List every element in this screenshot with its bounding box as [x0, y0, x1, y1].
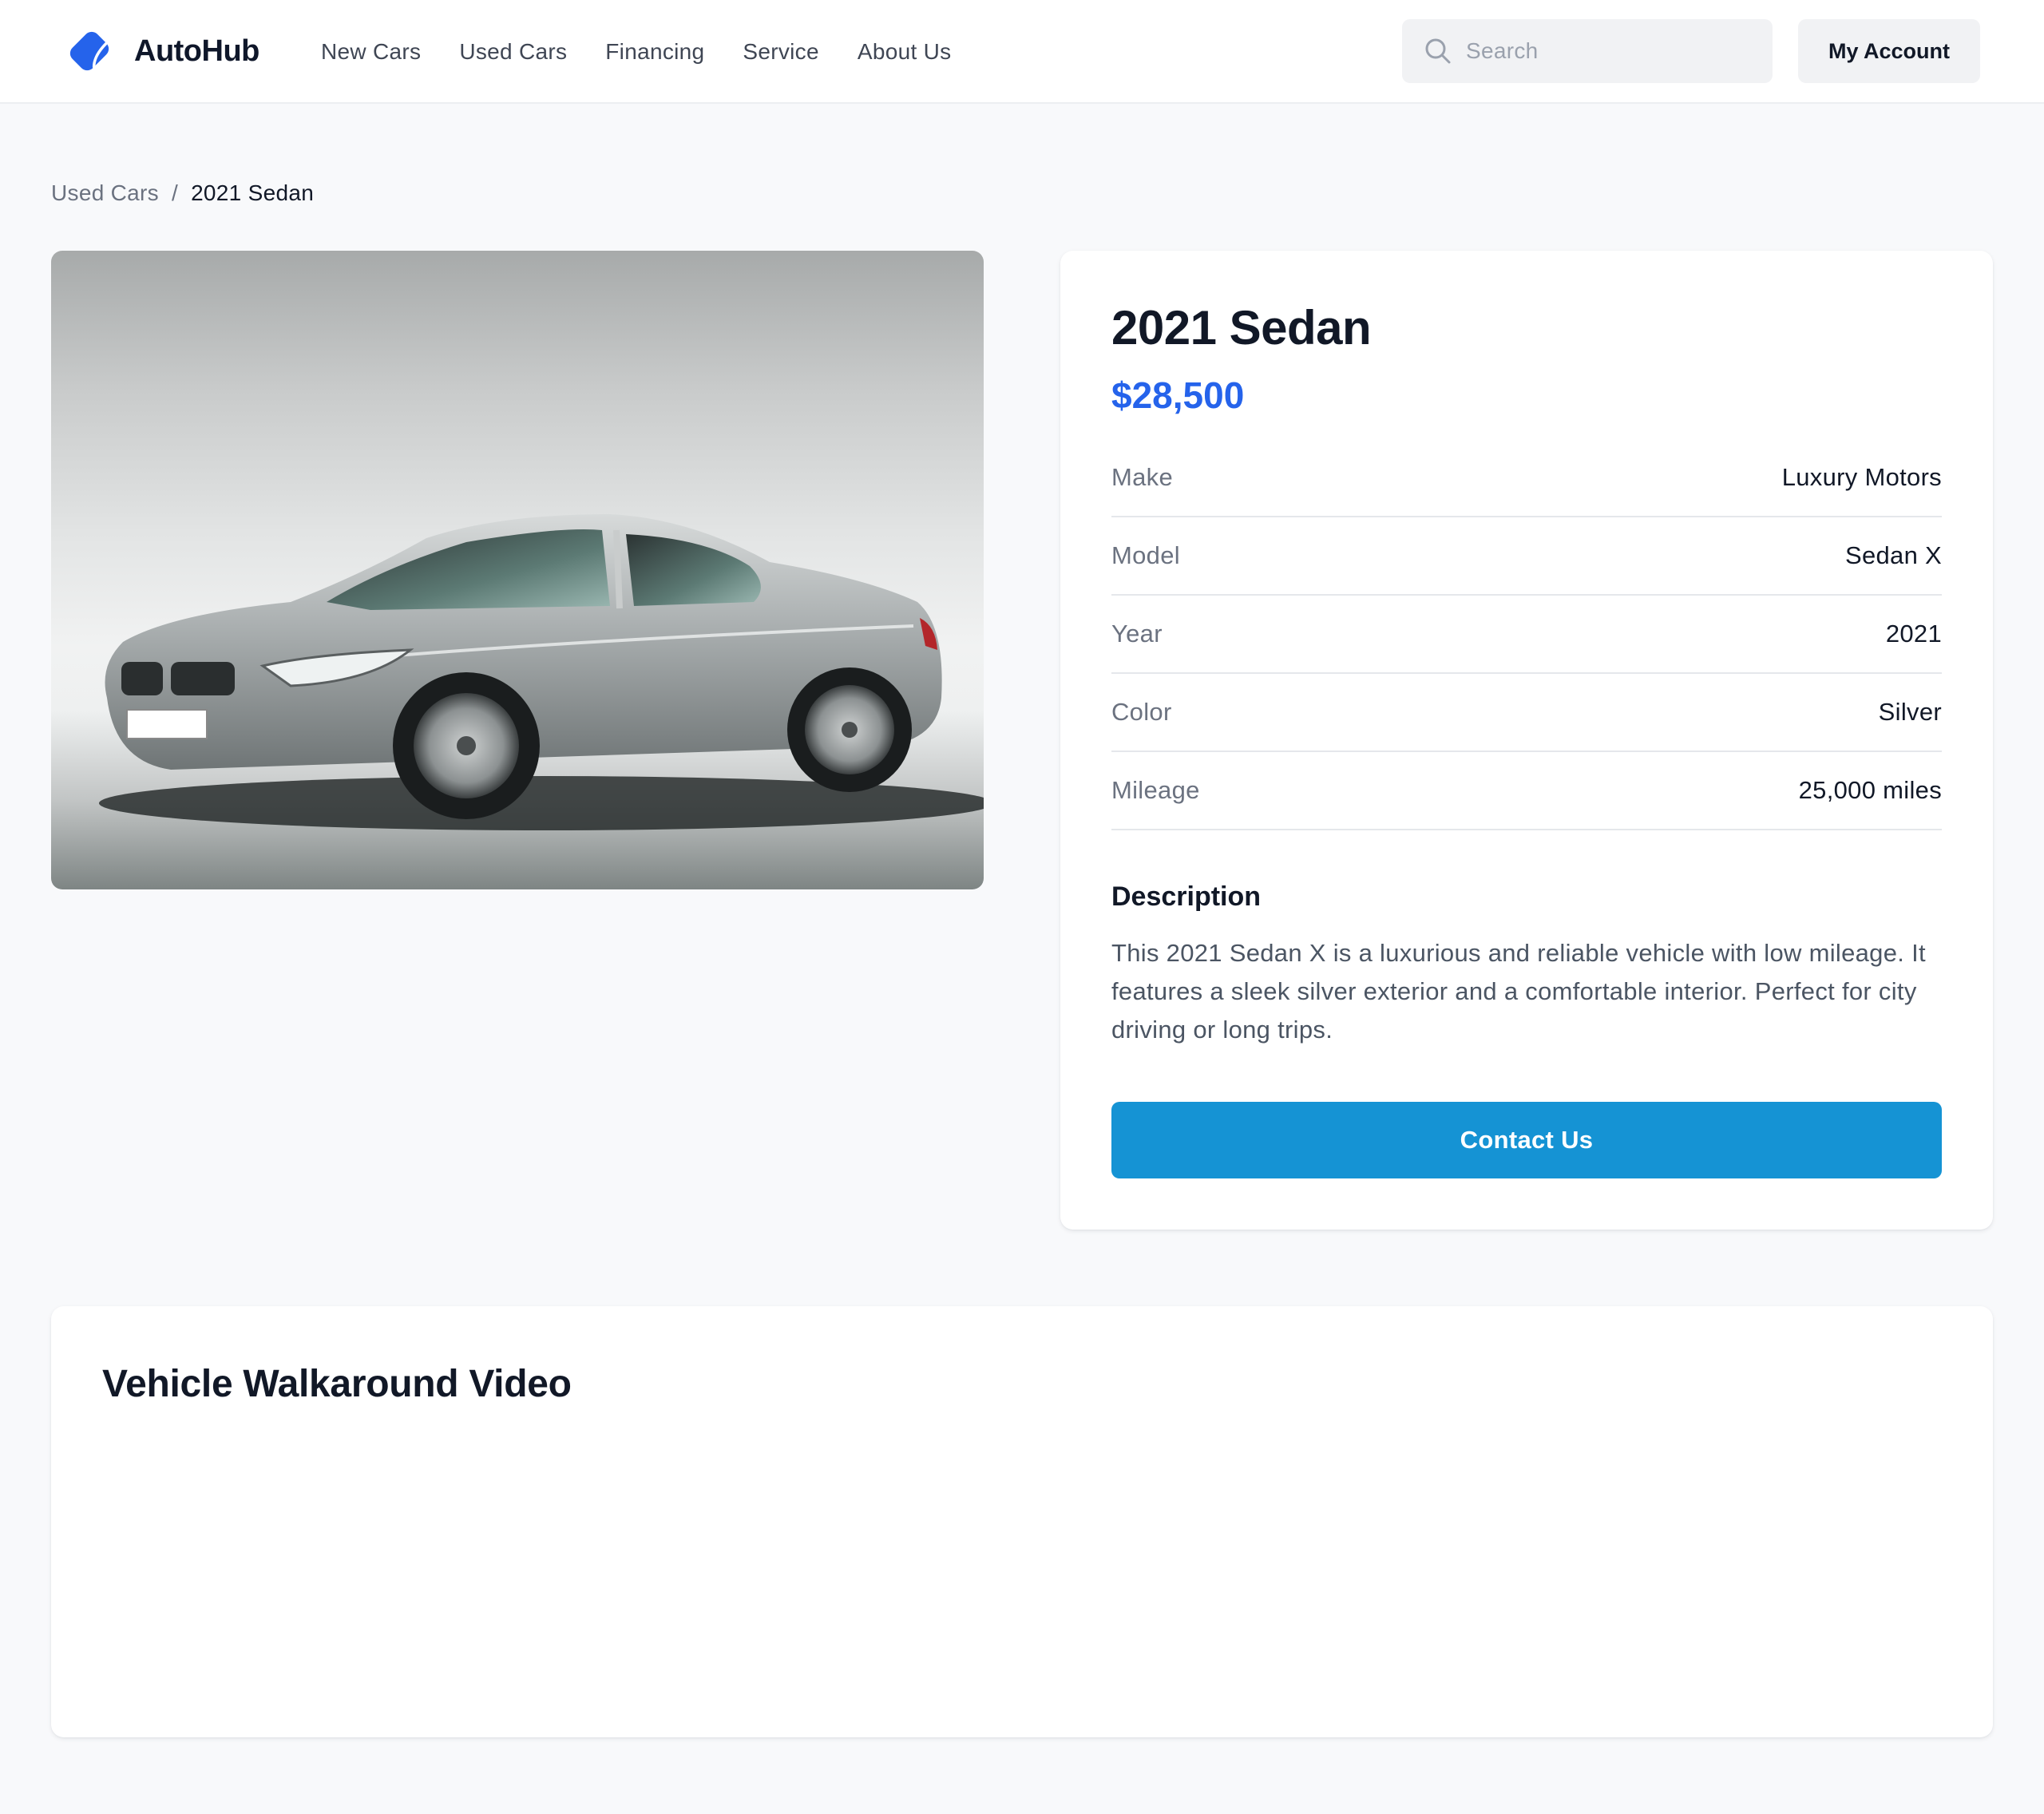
spec-row-model: Model Sedan X: [1111, 517, 1942, 596]
spec-table: Make Luxury Motors Model Sedan X Year 20…: [1111, 439, 1942, 830]
top-navigation-bar: AutoHub New Cars Used Cars Financing Ser…: [0, 0, 2044, 104]
brand[interactable]: AutoHub: [64, 26, 259, 77]
spec-row-make: Make Luxury Motors: [1111, 439, 1942, 517]
spec-row-color: Color Silver: [1111, 674, 1942, 752]
vehicle-photo: [51, 251, 984, 889]
spec-label: Model: [1111, 541, 1180, 569]
car-image: [99, 514, 984, 830]
diamond-tag-icon: [69, 31, 109, 71]
spec-value: 25,000 miles: [1798, 776, 1942, 804]
spec-label: Year: [1111, 620, 1163, 648]
spec-label: Color: [1111, 698, 1172, 726]
breadcrumb-separator: /: [171, 180, 179, 205]
nav-item-service[interactable]: Service: [743, 39, 818, 65]
search-icon: [1425, 38, 1451, 64]
vehicle-price: $28,500: [1111, 374, 1245, 416]
spec-row-year: Year 2021: [1111, 596, 1942, 674]
main-nav: New Cars Used Cars Financing Service Abo…: [321, 32, 989, 72]
contact-us-button[interactable]: Contact Us: [1111, 1102, 1942, 1178]
nav-item-new-cars[interactable]: New Cars: [321, 39, 421, 65]
breadcrumb-current: 2021 Sedan: [191, 180, 315, 205]
spec-value: Silver: [1878, 698, 1942, 726]
spec-row-mileage: Mileage 25,000 miles: [1111, 752, 1942, 830]
spec-value: Sedan X: [1844, 541, 1942, 569]
vehicle-title: 2021 Sedan: [1111, 301, 1372, 354]
nav-item-used-cars[interactable]: Used Cars: [459, 39, 567, 65]
video-section-title: Vehicle Walkaround Video: [102, 1363, 572, 1405]
spec-label: Make: [1111, 463, 1174, 491]
description-text: This 2021 Sedan X is a luxurious and rel…: [1111, 939, 1926, 1044]
vehicle-details-card: 2021 Sedan $28,500 Make Luxury Motors Mo…: [1060, 251, 1993, 1230]
walkaround-video-card: Vehicle Walkaround Video: [51, 1306, 1993, 1737]
breadcrumb-used-cars[interactable]: Used Cars: [51, 180, 159, 206]
nav-item-about-us[interactable]: About Us: [858, 39, 952, 65]
spec-value: 2021: [1885, 620, 1942, 648]
description-heading: Description: [1111, 881, 1262, 912]
search-input[interactable]: [1466, 27, 1769, 75]
video-player[interactable]: [102, 1434, 1942, 1705]
search-box[interactable]: [1402, 19, 1773, 83]
breadcrumb: Used Cars / 2021 Sedan: [51, 180, 314, 206]
nav-item-financing[interactable]: Financing: [605, 39, 704, 65]
brand-name: AutoHub: [134, 34, 259, 68]
spec-label: Mileage: [1111, 776, 1200, 804]
spec-value: Luxury Motors: [1781, 463, 1942, 491]
my-account-button[interactable]: My Account: [1798, 19, 1980, 83]
